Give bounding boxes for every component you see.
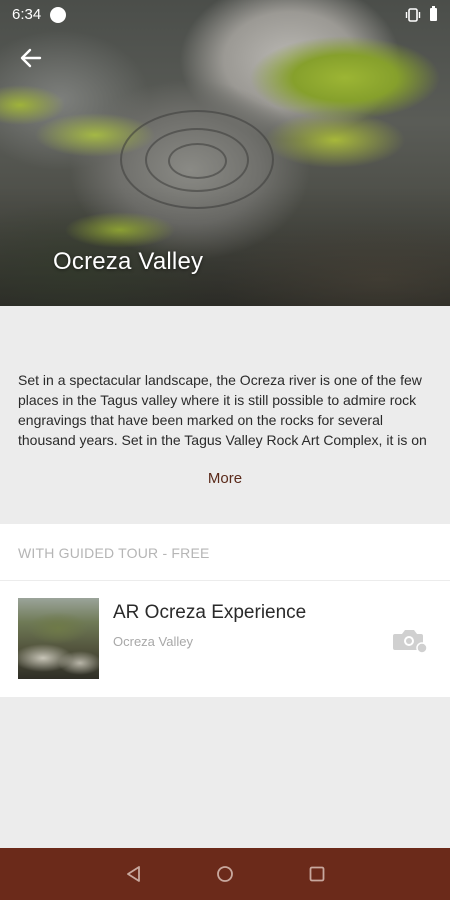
nav-recents-icon[interactable]: [307, 864, 327, 884]
notification-dot-icon: [50, 7, 66, 23]
tour-subtitle: Ocreza Valley: [113, 634, 193, 649]
system-nav-bar: [0, 848, 450, 900]
description-text: Set in a spectacular landscape, the Ocre…: [18, 372, 427, 448]
guided-tours-section: WITH GUIDED TOUR - FREE AR Ocreza Experi…: [0, 524, 450, 697]
tour-thumbnail: [18, 598, 99, 679]
battery-icon: [430, 6, 437, 21]
status-time: 6:34: [12, 6, 42, 23]
list-item[interactable]: AR Ocreza Experience Ocreza Valley: [0, 582, 450, 696]
rock-carving-ring: [168, 143, 227, 179]
image-shade: [0, 186, 450, 306]
back-arrow-icon[interactable]: [14, 44, 48, 72]
section-header: WITH GUIDED TOUR - FREE: [18, 545, 210, 561]
nav-home-icon[interactable]: [215, 864, 235, 884]
page-title: Ocreza Valley: [53, 248, 204, 275]
tour-title: AR Ocreza Experience: [113, 602, 307, 623]
status-bar: 6:34: [0, 0, 450, 30]
divider: [0, 580, 450, 581]
nav-back-icon[interactable]: [124, 864, 144, 884]
camera-icon: [393, 630, 428, 654]
more-link[interactable]: More: [0, 470, 450, 487]
vibrate-icon: [405, 8, 421, 22]
